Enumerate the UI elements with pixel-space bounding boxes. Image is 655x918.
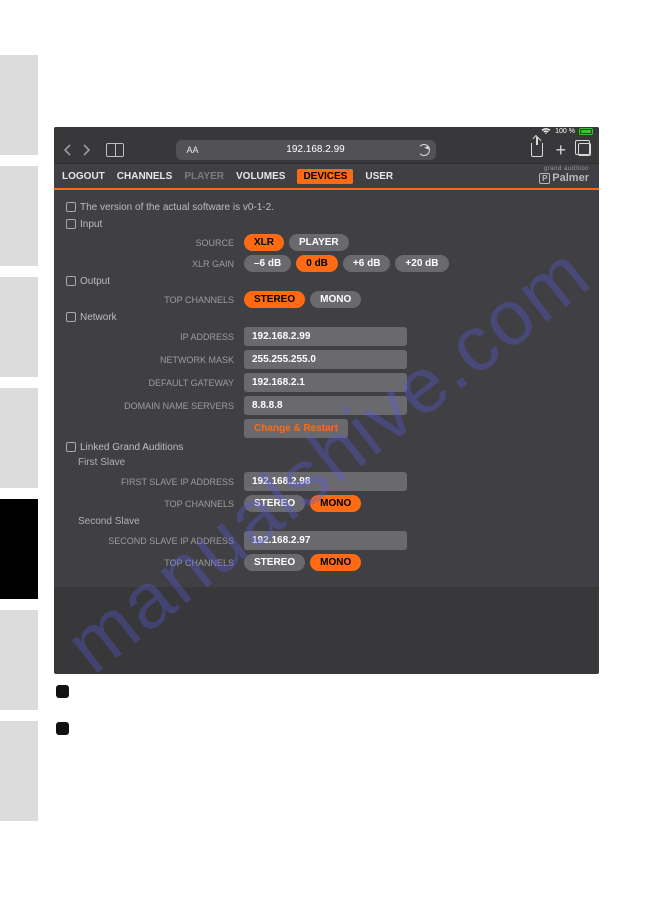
back-icon[interactable]: [62, 143, 72, 157]
checkbox[interactable]: [66, 219, 76, 229]
wifi-icon: [541, 128, 551, 135]
reload-icon[interactable]: [418, 144, 430, 156]
battery-icon: [579, 128, 593, 135]
checkbox[interactable]: [66, 276, 76, 286]
chip-gain-0[interactable]: 0 dB: [296, 255, 338, 272]
label-xlr-gain: XLR GAIN: [64, 259, 244, 269]
chip-source-xlr[interactable]: XLR: [244, 234, 284, 251]
label-top-channels: TOP CHANNELS: [64, 295, 244, 305]
marker-square: [56, 685, 69, 698]
label-first-slave-ip: FIRST SLAVE IP ADDRESS: [64, 477, 244, 487]
tab-channels[interactable]: CHANNELS: [117, 171, 173, 182]
chip-gain-p6[interactable]: +6 dB: [343, 255, 391, 272]
label-second-slave-ip: SECOND SLAVE IP ADDRESS: [64, 536, 244, 546]
side-thumb-active: [0, 499, 38, 599]
tab-logout[interactable]: LOGOUT: [62, 171, 105, 182]
tab-player[interactable]: PLAYER: [184, 171, 224, 182]
label-mask: NETWORK MASK: [64, 355, 244, 365]
checkbox[interactable]: [66, 312, 76, 322]
safari-toolbar: AA 192.168.2.99 +: [54, 136, 599, 164]
tab-user[interactable]: USER: [365, 171, 393, 182]
app-nav: LOGOUT CHANNELS PLAYER VOLUMES DEVICES U…: [54, 164, 599, 190]
second-slave-heading: Second Slave: [78, 516, 589, 527]
chip-gain-m6[interactable]: –6 dB: [244, 255, 291, 272]
label-source: SOURCE: [64, 238, 244, 248]
side-thumb: [0, 277, 38, 377]
chip-output-mono[interactable]: MONO: [310, 291, 361, 308]
brand-name: Palmer: [552, 172, 589, 184]
page-side-thumbnails: [0, 55, 38, 832]
brand-logo: grand audition PPalmer: [539, 166, 589, 184]
marker-square: [56, 722, 69, 735]
battery-percent: 100 %: [555, 128, 575, 135]
url-bar[interactable]: AA 192.168.2.99: [176, 140, 436, 160]
section-linked: Linked Grand Auditions: [66, 442, 589, 453]
text-size-icon[interactable]: AA: [186, 145, 198, 155]
side-thumb: [0, 721, 38, 821]
forward-icon[interactable]: [82, 143, 92, 157]
first-slave-heading: First Slave: [78, 457, 589, 468]
input-gateway[interactable]: 192.168.2.1: [244, 373, 407, 392]
book-icon[interactable]: [106, 143, 124, 157]
side-thumb: [0, 166, 38, 266]
input-dns[interactable]: 8.8.8.8: [244, 396, 407, 415]
input-first-slave-ip[interactable]: 192.168.2.98: [244, 472, 407, 491]
section-output: Output: [66, 276, 589, 287]
label-top-channels-slave1: TOP CHANNELS: [64, 499, 244, 509]
chip-slave2-mono[interactable]: MONO: [310, 554, 361, 571]
chip-output-stereo[interactable]: STEREO: [244, 291, 305, 308]
checkbox[interactable]: [66, 202, 76, 212]
tab-volumes[interactable]: VOLUMES: [236, 171, 285, 182]
tabs-icon[interactable]: [578, 143, 591, 156]
status-bar: 100 %: [54, 127, 599, 136]
input-ip[interactable]: 192.168.2.99: [244, 327, 407, 346]
label-dns: DOMAIN NAME SERVERS: [64, 401, 244, 411]
chip-slave1-stereo[interactable]: STEREO: [244, 495, 305, 512]
label-ip: IP ADDRESS: [64, 332, 244, 342]
url-text: 192.168.2.99: [286, 144, 344, 155]
chip-slave2-stereo[interactable]: STEREO: [244, 554, 305, 571]
side-thumb: [0, 610, 38, 710]
section-input: Input: [66, 219, 589, 230]
chip-slave1-mono[interactable]: MONO: [310, 495, 361, 512]
brand-icon: P: [539, 173, 550, 184]
input-mask[interactable]: 255.255.255.0: [244, 350, 407, 369]
label-gateway: DEFAULT GATEWAY: [64, 378, 244, 388]
new-tab-icon[interactable]: +: [555, 143, 566, 157]
chip-gain-p20[interactable]: +20 dB: [395, 255, 448, 272]
app-content: LOGOUT CHANNELS PLAYER VOLUMES DEVICES U…: [54, 164, 599, 587]
change-restart-button[interactable]: Change & Restart: [244, 419, 348, 438]
version-line: The version of the actual software is v0…: [66, 202, 589, 213]
chip-source-player[interactable]: PLAYER: [289, 234, 349, 251]
side-thumb: [0, 388, 38, 488]
tablet-screenshot: 100 % AA 192.168.2.99 +: [54, 127, 599, 674]
tab-devices[interactable]: DEVICES: [297, 169, 353, 184]
label-top-channels-slave2: TOP CHANNELS: [64, 558, 244, 568]
checkbox[interactable]: [66, 442, 76, 452]
share-icon[interactable]: [531, 143, 543, 157]
side-thumb: [0, 55, 38, 155]
section-network: Network: [66, 312, 589, 323]
input-second-slave-ip[interactable]: 192.168.2.97: [244, 531, 407, 550]
